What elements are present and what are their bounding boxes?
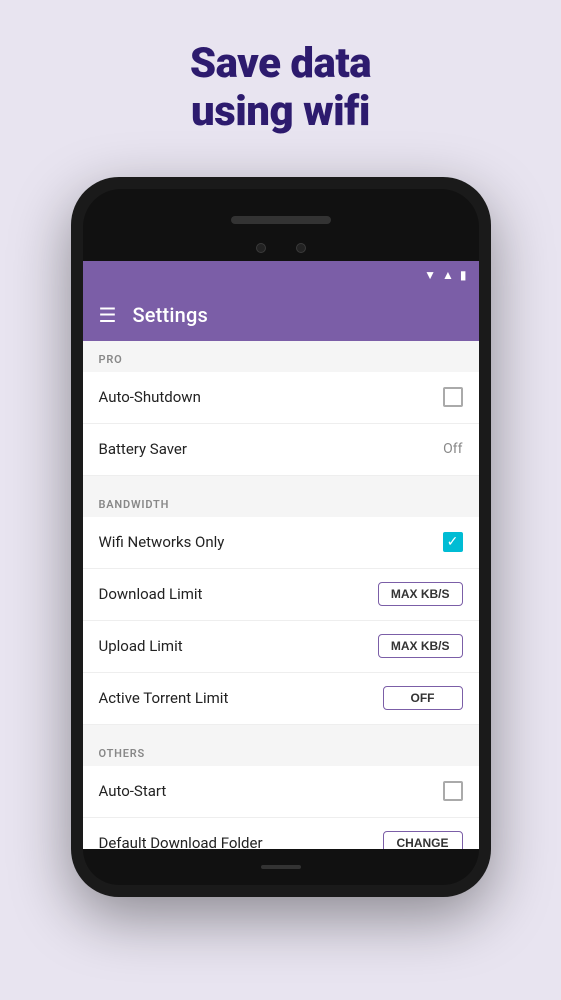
section-header-others: OTHERS: [83, 735, 479, 766]
upload-limit-badge[interactable]: MAX KB/S: [378, 634, 463, 658]
download-limit-label: Download Limit: [99, 585, 203, 603]
battery-status-icon: ▮: [460, 268, 467, 282]
auto-start-label: Auto-Start: [99, 782, 167, 800]
setting-row-download-folder: Default Download Folder CHANGE: [83, 818, 479, 849]
camera-right: [296, 243, 306, 253]
headline-line1: Save data: [190, 39, 371, 88]
wifi-only-label: Wifi Networks Only: [99, 533, 225, 551]
section-header-bandwidth: BANDWIDTH: [83, 486, 479, 517]
download-folder-label: Default Download Folder: [99, 834, 263, 849]
phone-mockup: ▼ ▲ ▮ ☰ Settings PRO Auto-Shutdown Batte…: [71, 177, 491, 897]
download-limit-badge[interactable]: MAX KB/S: [378, 582, 463, 606]
phone-screen: ▼ ▲ ▮ ☰ Settings PRO Auto-Shutdown Batte…: [83, 261, 479, 849]
setting-row-auto-start: Auto-Start: [83, 766, 479, 818]
upload-limit-label: Upload Limit: [99, 637, 183, 655]
status-bar: ▼ ▲ ▮: [83, 261, 479, 289]
torrent-limit-label: Active Torrent Limit: [99, 689, 229, 707]
headline-line2: using wifi: [191, 87, 370, 136]
phone-home-indicator: [261, 865, 301, 869]
headline: Save data using wifi: [190, 40, 371, 137]
toolbar-title: Settings: [132, 303, 208, 327]
torrent-limit-badge[interactable]: OFF: [383, 686, 463, 710]
toolbar: ☰ Settings: [83, 289, 479, 341]
wifi-only-checkbox[interactable]: ✓: [443, 532, 463, 552]
battery-saver-label: Battery Saver: [99, 440, 187, 458]
phone-bezel-bottom: [83, 849, 479, 885]
phone-cameras: [256, 243, 306, 253]
divider-2: [83, 725, 479, 735]
signal-status-icon: ▲: [442, 268, 454, 282]
divider-1: [83, 476, 479, 486]
camera-left: [256, 243, 266, 253]
setting-row-auto-shutdown: Auto-Shutdown: [83, 372, 479, 424]
hamburger-icon[interactable]: ☰: [99, 303, 117, 327]
wifi-status-icon: ▼: [424, 268, 436, 282]
setting-row-download-limit: Download Limit MAX KB/S: [83, 569, 479, 621]
setting-row-wifi-only: Wifi Networks Only ✓: [83, 517, 479, 569]
section-header-pro: PRO: [83, 341, 479, 372]
setting-row-upload-limit: Upload Limit MAX KB/S: [83, 621, 479, 673]
phone-speaker: [231, 216, 331, 224]
battery-saver-value: Off: [443, 441, 462, 457]
settings-content[interactable]: PRO Auto-Shutdown Battery Saver Off BAND…: [83, 341, 479, 849]
setting-row-torrent-limit: Active Torrent Limit OFF: [83, 673, 479, 725]
download-folder-badge[interactable]: CHANGE: [383, 831, 463, 849]
setting-row-battery-saver: Battery Saver Off: [83, 424, 479, 476]
auto-shutdown-label: Auto-Shutdown: [99, 388, 201, 406]
phone-shell: ▼ ▲ ▮ ☰ Settings PRO Auto-Shutdown Batte…: [71, 177, 491, 897]
phone-bezel-top: [83, 189, 479, 261]
auto-shutdown-checkbox[interactable]: [443, 387, 463, 407]
auto-start-checkbox[interactable]: [443, 781, 463, 801]
